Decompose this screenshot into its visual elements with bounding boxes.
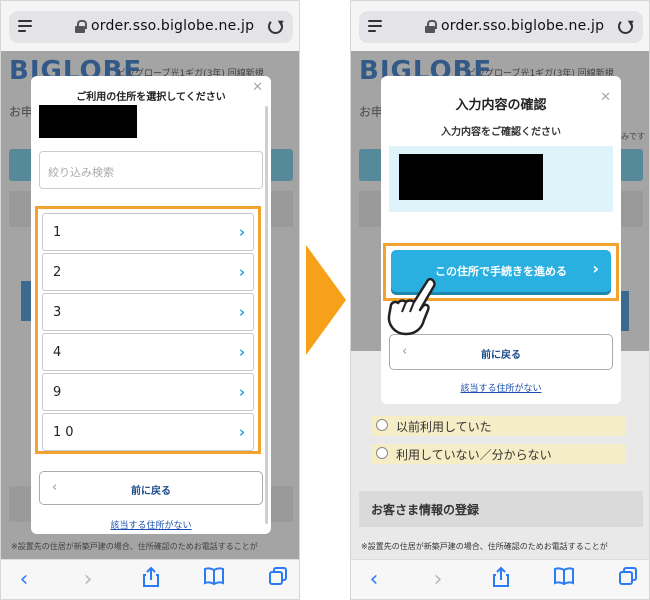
modal-subtitle: 入力内容をご確認ください bbox=[441, 127, 561, 138]
chevron-right-icon: › bbox=[238, 303, 245, 321]
back-button[interactable]: ‹ 前に戻る bbox=[39, 471, 263, 505]
filter-search-input[interactable]: 絞り込み検索 bbox=[39, 151, 263, 189]
option-label: 以前利用していた bbox=[396, 420, 492, 434]
url-field[interactable]: order.sso.biglobe.ne.jp bbox=[359, 11, 643, 43]
list-item[interactable]: 10 › bbox=[42, 413, 254, 451]
radio-button[interactable] bbox=[376, 419, 388, 431]
no-address-link[interactable]: 該当する住所がない bbox=[31, 518, 271, 531]
share-icon[interactable] bbox=[486, 566, 516, 594]
back-button-label: 前に戻る bbox=[131, 486, 171, 497]
next-step-arrow-icon bbox=[306, 245, 346, 355]
forward-arrow-icon[interactable]: › bbox=[423, 566, 453, 594]
redacted-address bbox=[39, 105, 137, 138]
reload-icon[interactable] bbox=[268, 19, 283, 34]
bookmarks-icon[interactable] bbox=[199, 566, 229, 594]
list-item[interactable]: 4 › bbox=[42, 333, 254, 371]
list-item[interactable]: 1 › bbox=[42, 213, 254, 251]
browser-toolbar: ‹ › bbox=[351, 559, 649, 599]
back-arrow-icon[interactable]: ‹ bbox=[9, 566, 39, 594]
chevron-right-icon: › bbox=[238, 343, 245, 361]
url-text: order.sso.biglobe.ne.jp bbox=[441, 18, 605, 34]
menu-icon[interactable] bbox=[18, 20, 32, 32]
chevron-right-icon: › bbox=[238, 383, 245, 401]
list-item-label: 9 bbox=[53, 385, 66, 400]
lock-icon bbox=[425, 20, 437, 33]
list-item-label: 1 bbox=[53, 225, 66, 240]
address-select-modal: ✕ ご利用の住所を選択してください 絞り込み検索 1 › 2 › 3 › 4 ›… bbox=[31, 76, 271, 534]
redacted-address bbox=[399, 154, 543, 200]
menu-icon[interactable] bbox=[368, 20, 382, 32]
pointing-hand-icon bbox=[384, 276, 440, 342]
reload-icon[interactable] bbox=[618, 19, 633, 34]
list-item-label: 3 bbox=[53, 305, 66, 320]
radio-button[interactable] bbox=[376, 447, 388, 459]
list-item[interactable]: 3 › bbox=[42, 293, 254, 331]
url-field[interactable]: order.sso.biglobe.ne.jp bbox=[9, 11, 293, 43]
bookmarks-icon[interactable] bbox=[549, 566, 579, 594]
modal-title: ご利用の住所を選択してください bbox=[76, 92, 226, 103]
option-label: 利用していない／分からない bbox=[396, 448, 552, 462]
browser-toolbar: ‹ › bbox=[1, 559, 299, 599]
address-list: 1 › 2 › 3 › 4 › 9 › 10 › bbox=[35, 206, 261, 454]
tabs-icon[interactable] bbox=[263, 566, 293, 594]
bg-note: ※設置先の住居が新築戸建の場合、住所確認のためお電話することが bbox=[361, 542, 608, 551]
list-item-label: 10 bbox=[53, 425, 78, 440]
back-arrow-icon[interactable]: ‹ bbox=[359, 566, 389, 594]
list-item[interactable]: 9 › bbox=[42, 373, 254, 411]
chevron-right-icon: › bbox=[592, 259, 599, 278]
browser-address-bar: order.sso.biglobe.ne.jp bbox=[351, 1, 649, 51]
tabs-icon[interactable] bbox=[613, 566, 643, 594]
modal-title: 入力内容の確認 bbox=[455, 98, 547, 113]
left-phone-screen: order.sso.biglobe.ne.jp BIGLOBE ビッグローブ光1… bbox=[0, 0, 300, 600]
list-item-label: 4 bbox=[53, 345, 66, 360]
address-box bbox=[389, 146, 613, 212]
list-item[interactable]: 2 › bbox=[42, 253, 254, 291]
chevron-right-icon: › bbox=[238, 263, 245, 281]
chevron-right-icon: › bbox=[238, 223, 245, 241]
share-icon[interactable] bbox=[136, 566, 166, 594]
url-text: order.sso.biglobe.ne.jp bbox=[91, 18, 255, 34]
forward-arrow-icon[interactable]: › bbox=[73, 566, 103, 594]
confirm-modal: ✕ 入力内容の確認 入力内容をご確認ください この住所で手続きを進める › ‹ … bbox=[381, 76, 621, 404]
no-address-link[interactable]: 該当する住所がない bbox=[381, 381, 621, 394]
chevron-right-icon: › bbox=[238, 423, 245, 441]
list-item-label: 2 bbox=[53, 265, 66, 280]
scrollbar[interactable] bbox=[265, 106, 268, 524]
back-button-label: 前に戻る bbox=[481, 350, 521, 361]
browser-address-bar: order.sso.biglobe.ne.jp bbox=[1, 1, 299, 51]
customer-info-section: お客さま情報の登録 bbox=[359, 491, 643, 527]
lock-icon bbox=[75, 20, 87, 33]
